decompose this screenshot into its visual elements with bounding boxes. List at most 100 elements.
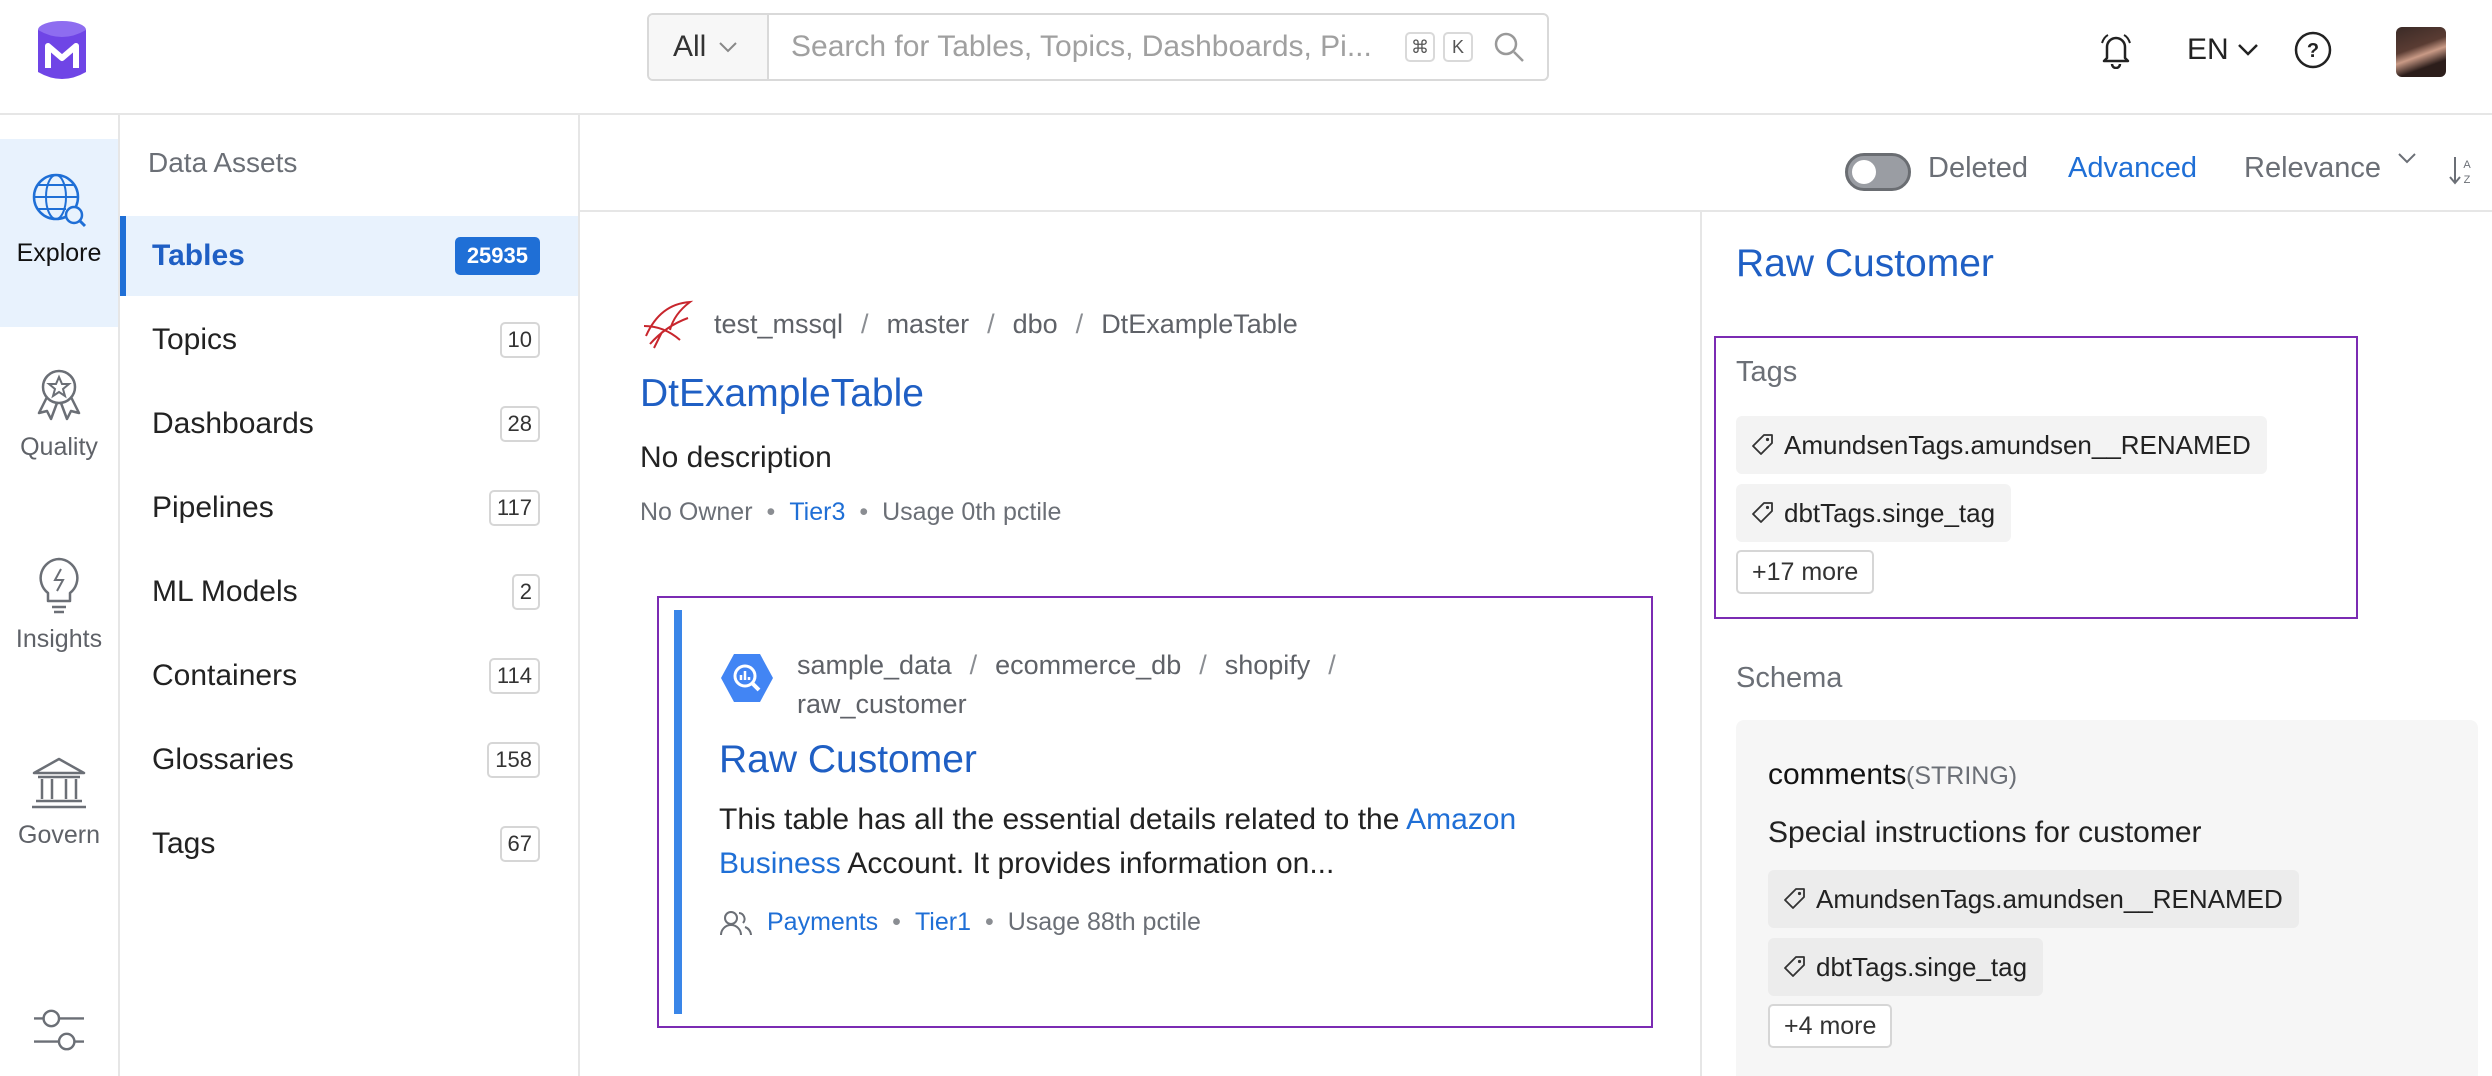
advanced-search-button[interactable]: Advanced	[2068, 152, 2197, 185]
facet-label: ML Models	[152, 575, 298, 608]
result-card-raw-customer[interactable]: sample_data / ecommerce_db / shopify / r…	[657, 596, 1653, 1028]
meta-separator: •	[766, 498, 776, 526]
breadcrumb-table[interactable]: raw_customer	[797, 689, 967, 720]
breadcrumb-separator: /	[969, 650, 978, 680]
language-selector[interactable]: EN	[2187, 22, 2259, 78]
breadcrumb: test_mssql / master / dbo / DtExampleTab…	[640, 296, 1640, 352]
tags-section-label: Tags	[1736, 356, 1798, 388]
breadcrumb-separator: /	[987, 308, 995, 339]
summary-title[interactable]: Raw Customer	[1736, 242, 1994, 286]
svg-text:Z: Z	[2464, 174, 2471, 186]
breadcrumb: sample_data / ecommerce_db / shopify / r…	[719, 650, 1599, 720]
selection-accent-bar	[674, 610, 682, 1014]
breadcrumb-service[interactable]: sample_data	[797, 650, 952, 681]
result-card-body: sample_data / ecommerce_db / shopify / r…	[719, 650, 1599, 937]
mssql-service-icon	[643, 300, 694, 349]
nav-govern-label: Govern	[18, 821, 100, 849]
nav-quality-label: Quality	[20, 433, 98, 461]
column-tags-more-button[interactable]: +4 more	[1768, 1004, 1893, 1048]
schema-column-card: comments (STRING) Special instructions f…	[1736, 720, 2478, 1076]
quality-badge-icon	[37, 369, 81, 421]
breadcrumb-schema[interactable]: dbo	[1013, 309, 1058, 340]
nav-settings[interactable]	[0, 1005, 118, 1065]
search-scope-label: All	[673, 30, 707, 63]
notifications-button[interactable]	[2098, 22, 2134, 78]
data-assets-title: Data Assets	[148, 147, 298, 178]
nav-explore[interactable]: Explore	[0, 139, 118, 327]
facet-label: Glossaries	[152, 743, 294, 776]
breadcrumb-separator: /	[1199, 650, 1207, 680]
search-results: test_mssql / master / dbo / DtExampleTab…	[580, 212, 1702, 1076]
data-assets-panel: Data Assets Tables 25935 Topics 10 Dashb…	[120, 115, 580, 1076]
facet-label: Tags	[152, 827, 216, 860]
facet-count: 28	[499, 406, 540, 442]
settings-sliders-icon	[34, 1009, 84, 1051]
facet-count: 25935	[454, 237, 540, 275]
sort-label: Relevance	[2244, 152, 2382, 184]
chevron-down-icon	[2237, 44, 2258, 56]
facet-ml-models[interactable]: ML Models 2	[120, 552, 578, 632]
tier-link[interactable]: Tier1	[915, 908, 971, 937]
usage-label: Usage 88th pctile	[1007, 908, 1201, 936]
facet-topics[interactable]: Topics 10	[120, 300, 578, 380]
breadcrumb-schema[interactable]: shopify	[1225, 650, 1311, 681]
result-meta: No Owner • Tier3 • Usage 0th pctile	[640, 498, 1640, 527]
tag-label: AmundsenTags.amundsen__RENAMED	[1784, 429, 2251, 460]
deleted-label: Deleted	[1928, 152, 2028, 184]
search-input[interactable]	[769, 15, 1405, 79]
result-title[interactable]: DtExampleTable	[640, 372, 1640, 416]
tag-chip[interactable]: dbtTags.singe_tag	[1736, 484, 2012, 542]
tag-label: AmundsenTags.amundsen__RENAMED	[1816, 883, 2283, 914]
facet-pipelines[interactable]: Pipelines 117	[120, 468, 578, 548]
openmetadata-logo[interactable]	[34, 20, 90, 82]
breadcrumb-separator: /	[1328, 650, 1336, 680]
tag-chip[interactable]: dbtTags.singe_tag	[1768, 938, 2044, 996]
nav-govern[interactable]: Govern	[0, 755, 118, 915]
facet-containers[interactable]: Containers 114	[120, 636, 578, 716]
search-scope-dropdown[interactable]: All	[649, 15, 769, 79]
explore-globe-icon	[32, 173, 87, 228]
govern-bank-icon	[32, 757, 86, 809]
owner-link[interactable]: Payments	[767, 908, 878, 937]
breadcrumb-separator: /	[1075, 308, 1084, 339]
nav-insights[interactable]: Insights	[0, 555, 118, 715]
bigquery-service-icon	[721, 654, 773, 702]
column-name[interactable]: comments	[1768, 758, 1906, 792]
tag-label: dbtTags.singe_tag	[1784, 497, 1996, 528]
nav-quality[interactable]: Quality	[0, 365, 118, 525]
breadcrumb-table[interactable]: DtExampleTable	[1101, 309, 1298, 340]
breadcrumb-database[interactable]: ecommerce_db	[995, 650, 1181, 681]
facet-dashboards[interactable]: Dashboards 28	[120, 384, 578, 464]
breadcrumb-service[interactable]: test_mssql	[714, 309, 843, 340]
meta-separator: •	[859, 498, 869, 526]
deleted-toggle[interactable]	[1845, 153, 1911, 191]
tier-link[interactable]: Tier3	[789, 498, 845, 527]
facet-tags[interactable]: Tags 67	[120, 804, 578, 884]
k-key-hint: K	[1443, 32, 1473, 62]
result-title[interactable]: Raw Customer	[719, 738, 1599, 782]
user-avatar[interactable]	[2396, 27, 2446, 77]
result-card-dtexampletable[interactable]: test_mssql / master / dbo / DtExampleTab…	[640, 296, 1640, 527]
tag-chip[interactable]: AmundsenTags.amundsen__RENAMED	[1768, 870, 2299, 928]
facet-count: 67	[499, 826, 540, 862]
breadcrumb-database[interactable]: master	[887, 309, 970, 340]
chevron-down-icon	[719, 42, 738, 53]
schema-section-label: Schema	[1736, 662, 1843, 694]
bell-icon	[2101, 34, 2131, 69]
facet-count: 2	[511, 574, 540, 610]
chevron-down-icon	[2398, 153, 2416, 164]
sort-dropdown[interactable]: Relevance	[2244, 152, 2417, 185]
usage-label: Usage 0th pctile	[882, 498, 1062, 526]
facet-count: 10	[499, 322, 540, 358]
facet-glossaries[interactable]: Glossaries 158	[120, 720, 578, 800]
facet-count: 114	[488, 658, 540, 694]
tag-chip[interactable]: AmundsenTags.amundsen__RENAMED	[1736, 416, 2267, 474]
search-button[interactable]	[1481, 15, 1537, 79]
command-key-hint: ⌘	[1405, 32, 1435, 62]
sort-order-icon[interactable]: AZ	[2448, 155, 2474, 187]
help-button[interactable]: ?	[2293, 22, 2333, 78]
facet-label: Dashboards	[152, 407, 314, 440]
facet-tables[interactable]: Tables 25935	[120, 216, 578, 296]
result-description: This table has all the essential details…	[719, 798, 1539, 886]
tags-more-button[interactable]: +17 more	[1736, 550, 1875, 594]
